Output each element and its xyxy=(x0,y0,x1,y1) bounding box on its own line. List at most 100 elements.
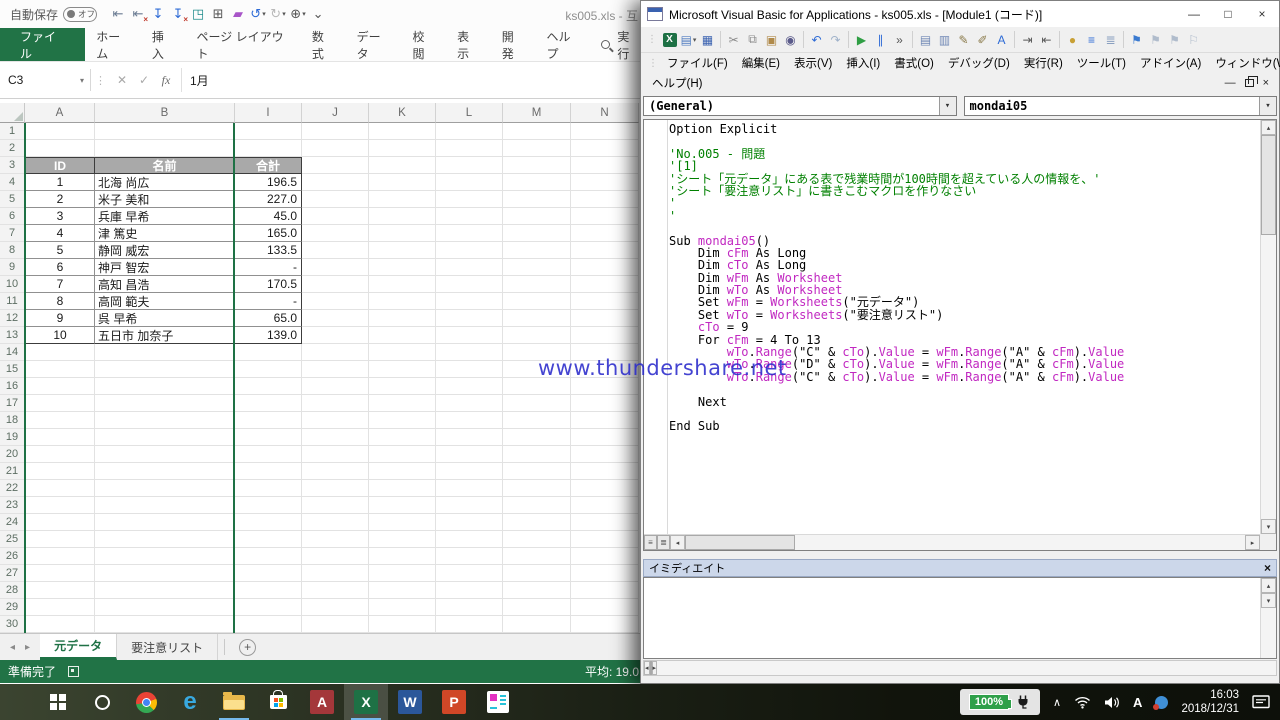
cell-M6[interactable] xyxy=(503,208,571,225)
cell-B18[interactable] xyxy=(95,412,235,429)
cell-L4[interactable] xyxy=(436,174,503,191)
cell-A4[interactable]: 1 xyxy=(25,174,95,191)
word-icon[interactable]: W xyxy=(388,684,432,720)
cell-K7[interactable] xyxy=(369,225,436,242)
cell-M12[interactable] xyxy=(503,310,571,327)
cell-N27[interactable] xyxy=(571,565,639,582)
cell-L2[interactable] xyxy=(436,140,503,157)
cell-I8[interactable]: 133.5 xyxy=(235,242,302,259)
list-properties-icon[interactable]: ▤ xyxy=(916,30,935,50)
action-center-icon[interactable] xyxy=(1252,695,1270,709)
procedure-dropdown[interactable]: mondai05 xyxy=(964,96,1278,116)
excel-icon[interactable]: X xyxy=(344,684,388,720)
menu-item[interactable]: 書式(O) xyxy=(887,55,941,71)
code-line[interactable] xyxy=(669,408,1260,420)
cell-I10[interactable]: 170.5 xyxy=(235,276,302,293)
cell-I11[interactable]: - xyxy=(235,293,302,310)
cell-B1[interactable] xyxy=(95,123,235,140)
menu-item[interactable]: ツール(T) xyxy=(1070,55,1133,71)
cell-A15[interactable] xyxy=(25,361,95,378)
row-header-13[interactable]: 13 xyxy=(0,327,25,344)
close-icon[interactable]: × xyxy=(1264,561,1271,575)
cell-B13[interactable]: 五日市 加奈子 xyxy=(95,327,235,344)
scroll-right-icon[interactable]: ▸ xyxy=(652,661,658,675)
access-icon[interactable]: A xyxy=(300,684,344,720)
cell-J22[interactable] xyxy=(302,480,369,497)
code-line[interactable] xyxy=(669,383,1260,395)
autosave-switch-icon[interactable]: オフ xyxy=(63,7,97,22)
cell-A7[interactable]: 4 xyxy=(25,225,95,242)
cell-M7[interactable] xyxy=(503,225,571,242)
cell-N4[interactable] xyxy=(571,174,639,191)
cell-B24[interactable] xyxy=(95,514,235,531)
parameter-info-icon[interactable]: ✐ xyxy=(973,30,992,50)
cell-N20[interactable] xyxy=(571,446,639,463)
cell-J21[interactable] xyxy=(302,463,369,480)
cell-J1[interactable] xyxy=(302,123,369,140)
cell-M10[interactable] xyxy=(503,276,571,293)
cell-I1[interactable] xyxy=(235,123,302,140)
cell-L16[interactable] xyxy=(436,378,503,395)
cell-A8[interactable]: 5 xyxy=(25,242,95,259)
cell-B21[interactable] xyxy=(95,463,235,480)
scrollbar-thumb[interactable] xyxy=(685,535,795,550)
procedure-view-icon[interactable]: ≡ xyxy=(644,535,657,550)
clear-down-icon[interactable]: ↧× xyxy=(168,4,188,24)
fill-down-icon[interactable]: ↧ xyxy=(148,4,168,24)
cell-K3[interactable] xyxy=(369,157,436,174)
cell-A28[interactable] xyxy=(25,582,95,599)
cell-N7[interactable] xyxy=(571,225,639,242)
cell-J29[interactable] xyxy=(302,599,369,616)
run-icon[interactable]: ▶ xyxy=(852,30,871,50)
cell-I7[interactable]: 165.0 xyxy=(235,225,302,242)
cell-I15[interactable] xyxy=(235,361,302,378)
cell-A16[interactable] xyxy=(25,378,95,395)
row-header-3[interactable]: 3 xyxy=(0,157,25,174)
code-margin[interactable] xyxy=(644,120,668,534)
cell-L11[interactable] xyxy=(436,293,503,310)
cell-K23[interactable] xyxy=(369,497,436,514)
cell-L10[interactable] xyxy=(436,276,503,293)
menu-item[interactable]: ウィンドウ(W) xyxy=(1208,55,1280,71)
cell-M8[interactable] xyxy=(503,242,571,259)
cell-J4[interactable] xyxy=(302,174,369,191)
immediate-horizontal-scrollbar[interactable]: ◂ ▸ xyxy=(643,660,1277,676)
cell-A13[interactable]: 10 xyxy=(25,327,95,344)
immediate-vertical-scrollbar[interactable]: ▴ ▾ xyxy=(1260,578,1276,658)
start-button[interactable] xyxy=(36,684,80,720)
cell-M26[interactable] xyxy=(503,548,571,565)
cell-A5[interactable]: 2 xyxy=(25,191,95,208)
cell-I28[interactable] xyxy=(235,582,302,599)
cell-K10[interactable] xyxy=(369,276,436,293)
ribbon-tab[interactable]: 挿入 xyxy=(141,28,186,61)
cell-L14[interactable] xyxy=(436,344,503,361)
cell-B10[interactable]: 高知 昌浩 xyxy=(95,276,235,293)
cell-N16[interactable] xyxy=(571,378,639,395)
cell-B17[interactable] xyxy=(95,395,235,412)
full-module-view-icon[interactable]: ≣ xyxy=(657,535,670,550)
cell-L26[interactable] xyxy=(436,548,503,565)
save-icon[interactable]: ▦ xyxy=(698,30,717,50)
row-header-23[interactable]: 23 xyxy=(0,497,25,514)
row-header-20[interactable]: 20 xyxy=(0,446,25,463)
clear-bookmarks-icon[interactable]: ⚐ xyxy=(1184,30,1203,50)
cell-K24[interactable] xyxy=(369,514,436,531)
cell-M4[interactable] xyxy=(503,174,571,191)
code-line[interactable]: Option Explicit xyxy=(669,123,1260,135)
sheet-tab-要注意リスト[interactable]: 要注意リスト xyxy=(117,634,218,660)
cell-L20[interactable] xyxy=(436,446,503,463)
row-header-12[interactable]: 12 xyxy=(0,310,25,327)
formula-input[interactable]: 1月 xyxy=(181,68,640,92)
cell-K21[interactable] xyxy=(369,463,436,480)
cell-N30[interactable] xyxy=(571,616,639,633)
mdi-restore-icon[interactable] xyxy=(1245,79,1254,87)
menu-item[interactable]: ファイル(F) xyxy=(660,55,735,71)
cell-N11[interactable] xyxy=(571,293,639,310)
cell-I22[interactable] xyxy=(235,480,302,497)
edge-icon[interactable]: e xyxy=(168,684,212,720)
cell-M9[interactable] xyxy=(503,259,571,276)
scroll-down-icon[interactable]: ▾ xyxy=(1261,519,1276,534)
cell-B27[interactable] xyxy=(95,565,235,582)
cell-N10[interactable] xyxy=(571,276,639,293)
row-header-2[interactable]: 2 xyxy=(0,140,25,157)
